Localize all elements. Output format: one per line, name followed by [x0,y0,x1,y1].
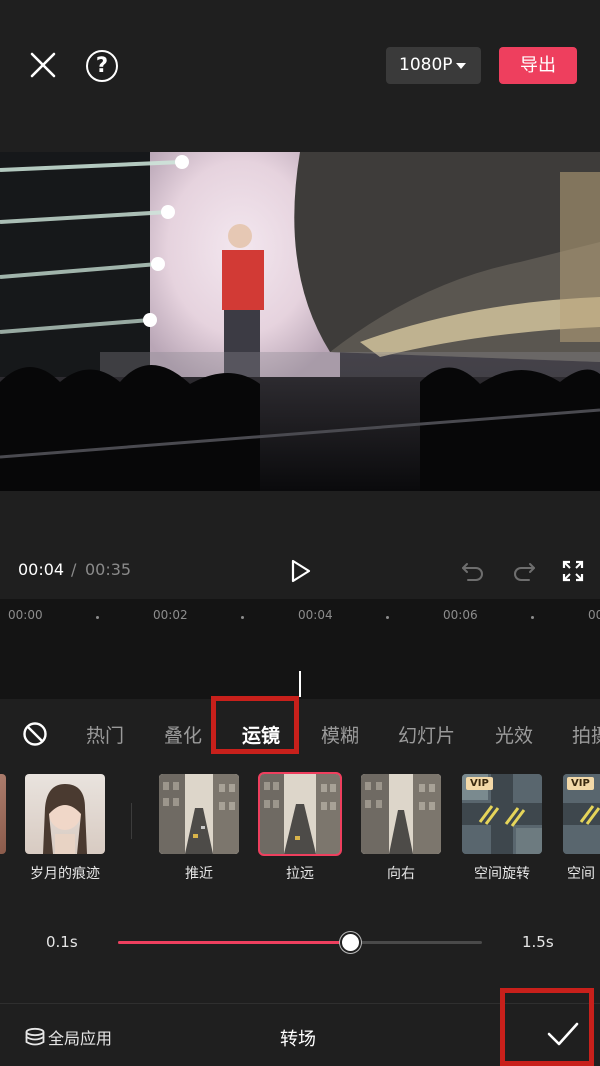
no-transition-icon[interactable] [22,721,48,747]
resolution-dropdown[interactable]: 1080P [386,47,481,84]
apply-all-button[interactable]: 全局应用 [24,1025,112,1049]
top-bar: ? 1080P 导出 [0,0,600,152]
timeline-tick: 00 [588,608,600,622]
help-icon[interactable]: ? [86,50,118,82]
effect-item-selected[interactable]: 拉远 [258,772,342,883]
effect-label: 拉远 [286,866,314,882]
timeline[interactable]: 00:00 00:02 00:04 00:06 00 [0,599,600,699]
slider-fill [118,941,351,944]
duration-slider[interactable] [118,932,482,953]
tab-shooting[interactable]: 拍摄 [572,721,600,748]
aerial-crosswalk-thumbnail: VIP [563,774,600,854]
effect-item[interactable]: VIP 空间 [563,774,600,883]
effect-item[interactable]: 向右 [361,774,441,883]
list-divider [131,803,132,839]
timeline-dot [386,616,389,619]
effect-item[interactable]: VIP 空间旋转 [462,774,542,883]
close-icon[interactable] [26,48,60,82]
effect-label: 推近 [185,866,213,882]
tab-slideshow[interactable]: 幻灯片 [398,721,455,748]
effect-item[interactable]: 推近 [159,774,239,883]
city-street-thumbnail [361,774,441,854]
vip-badge: VIP [466,777,493,790]
slider-min-label: 0.1s [46,933,78,951]
tab-dissolve[interactable]: 叠化 [164,721,202,748]
fullscreen-icon[interactable] [561,559,585,583]
timeline-tick: 00:04 [298,608,333,622]
effect-label: 向右 [387,866,415,882]
tab-light-effects[interactable]: 光效 [495,721,533,748]
panel-title: 转场 [280,1029,316,1050]
timeline-tick: 00:00 [8,608,43,622]
aerial-crosswalk-thumbnail: VIP [462,774,542,854]
timeline-dot [531,616,534,619]
city-street-thumbnail [258,772,342,856]
confirm-highlight-annotation [500,988,594,1066]
tab-blur[interactable]: 模糊 [321,721,359,748]
timeline-dot [241,616,244,619]
play-icon[interactable] [289,558,313,584]
city-street-thumbnail [159,774,239,854]
transition-effects-list: 岁月的痕迹 推近 拉远 向右 VIP 空间旋转 VIP 空间 [0,761,600,891]
timeline-dot [96,616,99,619]
timeline-tick: 00:06 [443,608,478,622]
undo-icon[interactable] [460,559,486,583]
concert-frame-image [0,152,600,491]
tab-highlight-annotation [211,696,299,754]
vip-badge: VIP [567,777,594,790]
timeline-tick: 00:02 [153,608,188,622]
effect-label: 岁月的痕迹 [30,866,100,882]
slider-knob[interactable] [340,932,361,953]
total-time: 00:35 [85,560,132,579]
slider-max-label: 1.5s [522,933,554,951]
caret-down-icon [456,63,466,69]
playhead[interactable] [299,671,301,697]
effect-thumb-partial[interactable] [0,774,6,854]
layers-icon [25,1027,45,1046]
tab-hot[interactable]: 热门 [86,721,124,748]
video-preview[interactable] [0,152,600,491]
current-time: 00:04 [18,560,65,579]
effect-label: 空间 [567,866,595,882]
resolution-label: 1080P [399,55,453,75]
effect-item[interactable]: 岁月的痕迹 [25,774,105,883]
effect-label: 空间旋转 [474,866,530,882]
apply-all-label: 全局应用 [48,1029,113,1048]
portrait-thumbnail [25,774,105,854]
time-separator: / [71,560,77,579]
transition-category-tabs: 热门 叠化 运镜 模糊 幻灯片 光效 拍摄 [0,699,600,761]
export-button[interactable]: 导出 [499,47,577,84]
redo-icon[interactable] [511,559,537,583]
